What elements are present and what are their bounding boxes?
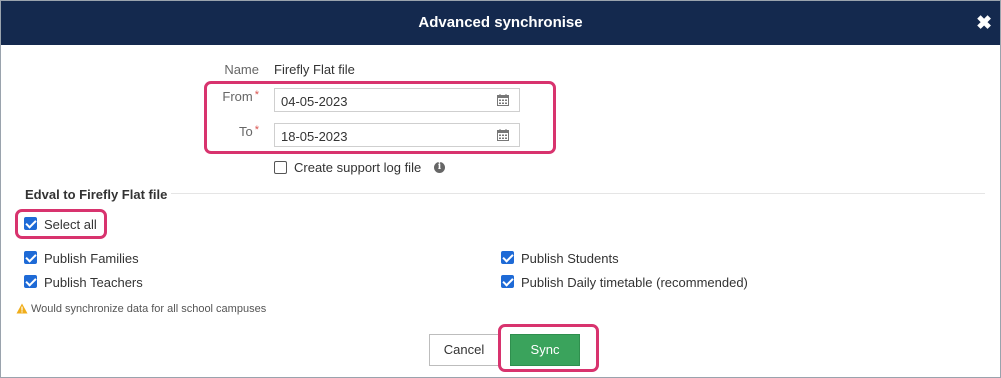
cancel-button[interactable]: Cancel [429,334,499,366]
section-title: Edval to Firefly Flat file [25,187,168,202]
campus-note: Would synchronize data for all school ca… [31,303,267,315]
publish-families-checkbox[interactable] [24,251,37,264]
publish-students-label: Publish Students [521,251,619,266]
name-value: Firefly Flat file [274,62,355,77]
publish-daily-timetable-label: Publish Daily timetable (recommended) [521,275,748,290]
warning-icon [16,303,28,314]
dialog-title: Advanced synchronise [418,14,583,31]
support-log-label: Create support log file [294,160,422,175]
publish-teachers-label: Publish Teachers [44,275,143,290]
publish-daily-timetable-checkbox[interactable] [501,275,514,288]
date-range-highlight [204,81,556,154]
support-log-checkbox[interactable] [274,161,287,174]
publish-teachers-checkbox[interactable] [24,275,37,288]
dialog-frame: Advanced synchronise ✖ Name Firefly Flat… [0,0,1001,378]
section-divider [171,193,985,194]
dialog-titlebar: Advanced synchronise ✖ [1,1,1000,45]
publish-families-label: Publish Families [44,251,139,266]
sync-highlight [498,324,599,372]
info-icon[interactable]: i [434,162,445,173]
close-icon[interactable]: ✖ [976,12,992,35]
select-all-highlight [15,209,107,239]
name-label: Name [224,62,259,77]
publish-students-checkbox[interactable] [501,251,514,264]
